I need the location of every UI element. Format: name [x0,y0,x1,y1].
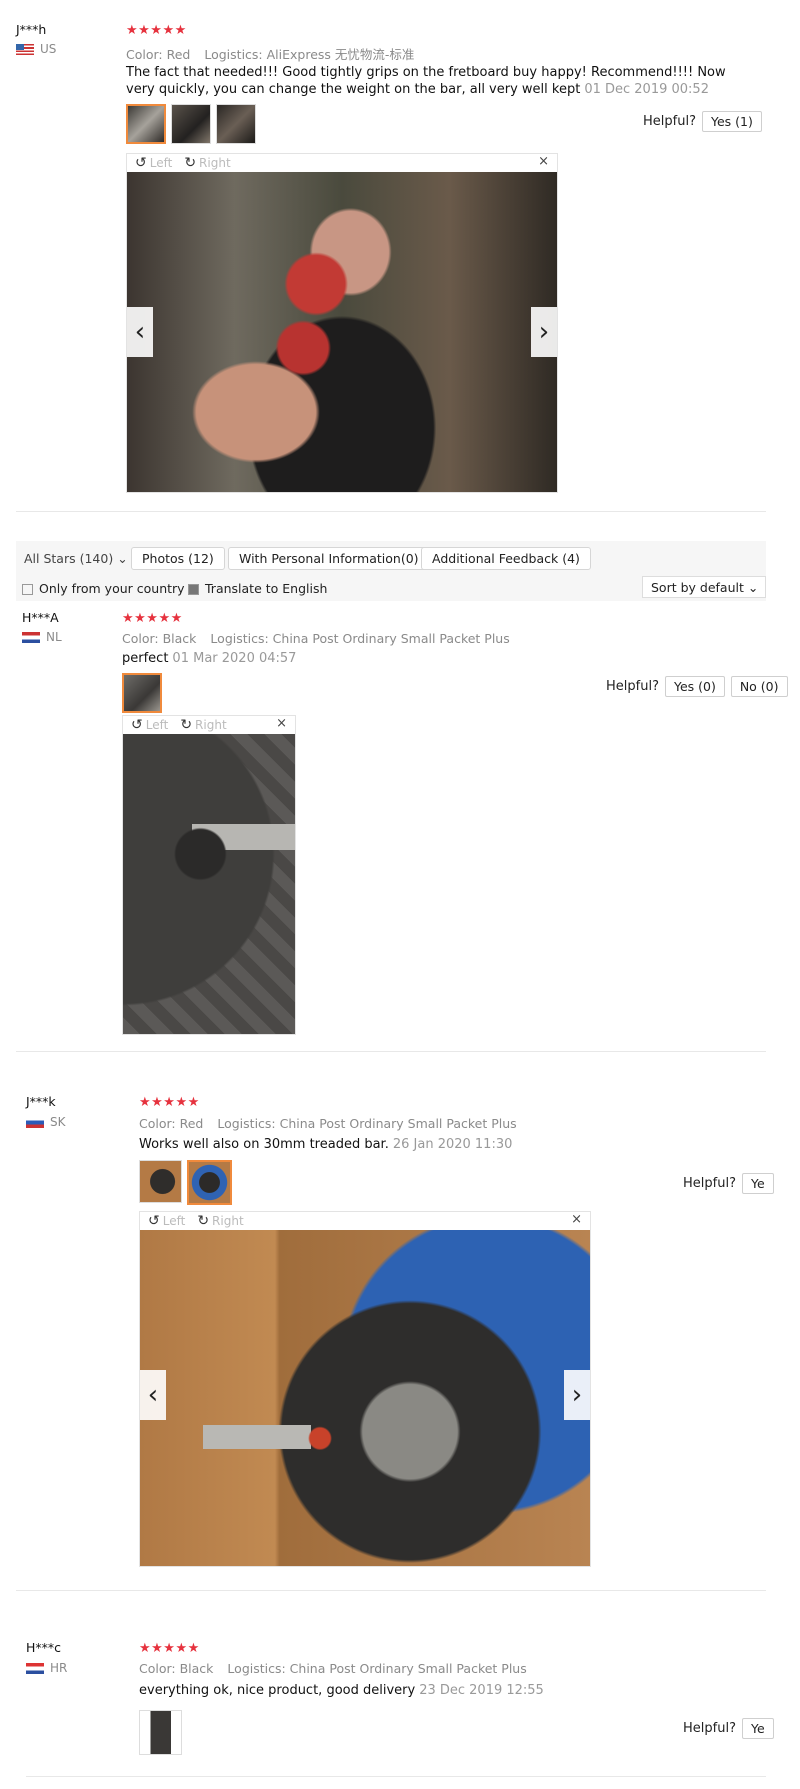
review-thumbnail[interactable] [139,1710,182,1755]
rotate-right-button[interactable]: ↻ Right [184,155,230,171]
reviewer-name: J***k [26,1094,56,1109]
review-photo [123,734,295,1034]
viewer-toolbar: ↺ Left ↻ Right × [140,1212,590,1230]
rotate-right-icon: ↻ [180,717,193,733]
rotate-left-button[interactable]: ↺ Left [148,1213,185,1229]
review-meta: Color: Black Logistics: China Post Ordina… [139,1661,527,1676]
review-photo: ‹ › [127,172,557,492]
star-rating: ★★★★★ [126,23,187,38]
divider [16,1590,766,1591]
helpful-yes-button[interactable]: Ye [741,1718,774,1739]
rotate-left-button[interactable]: ↺ Left [135,155,172,171]
helpful-vote: Helpful? Yes (1) [643,111,762,132]
star-rating: ★★★★★ [139,1641,200,1656]
personal-info-filter[interactable]: With Personal Information(0) [228,547,430,570]
filter-bar: All Stars (140) ⌄ Photos (12) With Perso… [16,541,766,601]
review-date: 01 Dec 2019 00:52 [584,82,709,97]
checkbox-checked-icon [188,584,199,595]
helpful-vote: Helpful? Ye [683,1718,774,1739]
rotate-right-icon: ↻ [197,1213,210,1229]
reviewer-name: J***h [16,22,47,37]
close-icon[interactable]: × [538,154,549,169]
photo-viewer: ↺ Left ↻ Right × ‹ › [126,153,558,493]
star-rating: ★★★★★ [139,1095,200,1110]
translate-checkbox[interactable]: Translate to English [188,581,327,596]
review-photo: ‹ › [140,1230,590,1566]
nl-flag-icon [22,631,40,643]
review-thumbnail[interactable] [139,1160,182,1203]
checkbox-icon [22,584,33,595]
review-meta: Color: Red Logistics: China Post Ordinary… [139,1116,517,1131]
us-flag-icon [16,43,34,55]
rotate-right-icon: ↻ [184,155,197,171]
helpful-yes-button[interactable]: Ye [741,1173,774,1194]
review-thumbnail[interactable] [171,104,211,144]
sort-dropdown[interactable]: Sort by default ⌄ [642,576,766,598]
thumbnail-strip [126,104,261,144]
review-thumbnail[interactable] [126,104,166,144]
helpful-vote: Helpful? Yes (0) No (0) [606,676,788,697]
review-text: The fact that needed!!! Good tightly gri… [126,65,726,97]
divider [16,1051,766,1052]
chevron-down-icon: ⌄ [117,551,128,566]
thumbnail-strip [122,673,167,717]
only-country-checkbox[interactable]: Only from your country [22,581,185,596]
photos-filter[interactable]: Photos (12) [131,547,225,570]
reviewer-country: US [16,42,56,56]
rotate-left-icon: ↺ [131,717,143,733]
star-filter-dropdown[interactable]: All Stars (140) ⌄ [24,551,128,566]
next-photo-button[interactable]: › [564,1370,590,1420]
rotate-right-button[interactable]: ↻ Right [180,717,226,733]
divider [26,1776,766,1777]
next-photo-button[interactable]: › [531,307,557,357]
rotate-right-button[interactable]: ↻ Right [197,1213,243,1229]
review-thumbnail[interactable] [216,104,256,144]
additional-feedback-filter[interactable]: Additional Feedback (4) [421,547,591,570]
prev-photo-button[interactable]: ‹ [127,307,153,357]
review-meta: Color: Red Logistics: AliExpress 无忧物流-标准 [126,47,415,62]
review-date: 26 Jan 2020 11:30 [392,1137,513,1152]
viewer-toolbar: ↺ Left ↻ Right × [127,154,557,172]
rotate-left-button[interactable]: ↺ Left [131,717,168,733]
helpful-yes-button[interactable]: Yes (0) [664,676,725,697]
thumbnail-strip [139,1710,187,1759]
sk-flag-icon [26,1116,44,1128]
star-rating: ★★★★★ [122,611,183,626]
reviewer-country: SK [26,1115,66,1129]
review-text: Works well also on 30mm treaded bar. 26 J… [139,1137,513,1152]
close-icon[interactable]: × [276,716,287,731]
review-date: 23 Dec 2019 12:55 [419,1683,544,1698]
helpful-no-button[interactable]: No (0) [730,676,788,697]
rotate-left-icon: ↺ [148,1213,160,1229]
reviewer-name: H***c [26,1640,62,1655]
review-text: perfect 01 Mar 2020 04:57 [122,651,297,666]
thumbnail-strip [139,1160,237,1205]
review-date: 01 Mar 2020 04:57 [172,651,297,666]
photo-viewer: ↺ Left ↻ Right × ‹ › [139,1211,591,1567]
chevron-down-icon: ⌄ [747,580,759,595]
divider [16,511,766,512]
viewer-toolbar: ↺ Left ↻ Right × [123,716,295,734]
rotate-left-icon: ↺ [135,155,147,171]
close-icon[interactable]: × [571,1212,582,1227]
review-thumbnail[interactable] [122,673,162,713]
reviewer-country: NL [22,630,62,644]
reviewer-name: H***A [22,610,59,625]
helpful-yes-button[interactable]: Yes (1) [701,111,762,132]
reviewer-country: HR [26,1661,67,1675]
review-thumbnail[interactable] [187,1160,232,1205]
helpful-vote: Helpful? Ye [683,1173,774,1194]
photo-viewer: ↺ Left ↻ Right × [122,715,296,1035]
prev-photo-button[interactable]: ‹ [140,1370,166,1420]
review-text: everything ok, nice product, good delive… [139,1683,544,1698]
review-meta: Color: Black Logistics: China Post Ordina… [122,631,510,646]
hr-flag-icon [26,1662,44,1674]
